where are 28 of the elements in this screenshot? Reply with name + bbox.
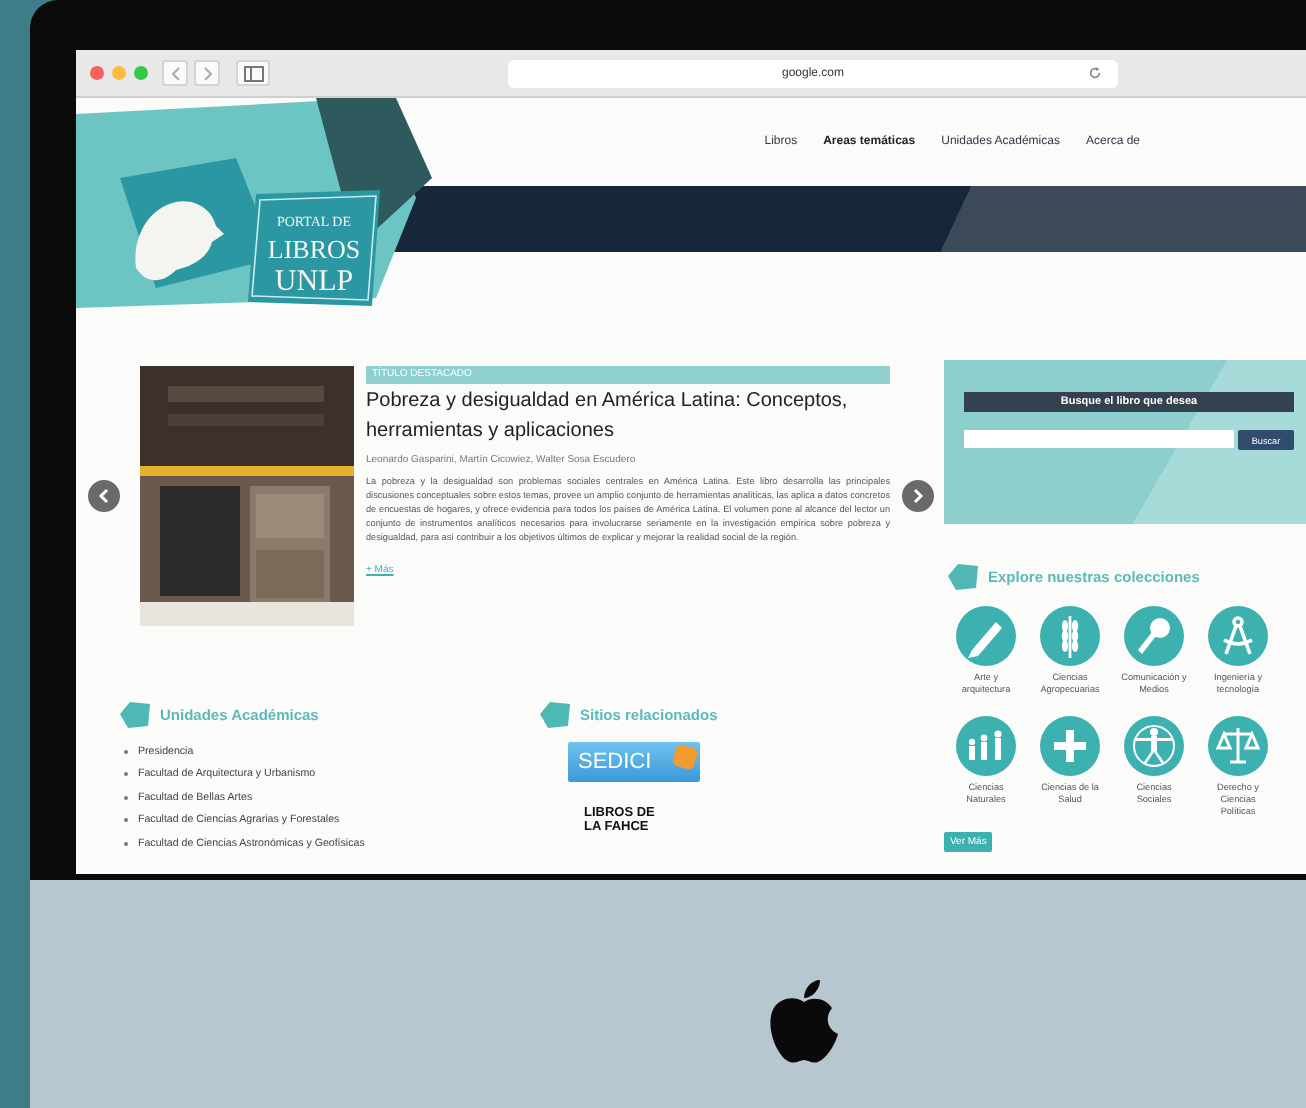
human-figure-icon[interactable] [1124, 716, 1184, 776]
section-icon [120, 702, 150, 728]
next-button[interactable] [902, 480, 934, 512]
chevron-left-icon [169, 65, 181, 81]
back-button[interactable] [162, 60, 188, 86]
reload-icon[interactable] [1088, 66, 1102, 80]
maximize-icon[interactable] [134, 66, 148, 80]
chevron-left-icon [98, 488, 110, 504]
sidebar-icon [243, 65, 263, 81]
apple-icon [766, 978, 842, 1066]
wheat-icon[interactable] [1040, 606, 1100, 666]
section-icon [948, 564, 978, 590]
close-icon[interactable] [90, 66, 104, 80]
sidebar-button[interactable] [236, 60, 270, 86]
chevron-right-icon [201, 65, 213, 81]
search-field[interactable] [964, 430, 1234, 448]
minimize-icon[interactable] [112, 66, 126, 80]
evolution-icon[interactable] [956, 716, 1016, 776]
plus-icon[interactable] [1040, 716, 1100, 776]
forward-button[interactable] [194, 60, 220, 86]
microphone-icon[interactable] [1124, 606, 1184, 666]
previous-button[interactable] [88, 480, 120, 512]
pencil-icon[interactable] [956, 606, 1016, 666]
scales-icon[interactable] [1208, 716, 1268, 776]
book-title: Pobreza y desigualdad en América Latina: Conceptos, herramientas y aplicaciones [366, 388, 850, 445]
section-icon [540, 702, 570, 728]
compass-icon[interactable] [1208, 606, 1268, 666]
chevron-right-icon [912, 488, 924, 504]
